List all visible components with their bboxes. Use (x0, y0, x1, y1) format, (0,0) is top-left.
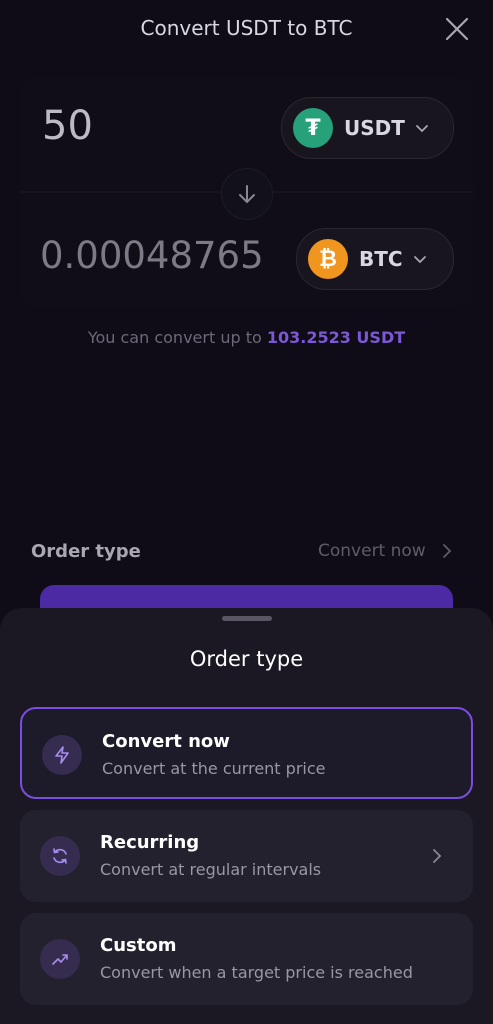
option-recurring[interactable]: Recurring Convert at regular intervals (20, 810, 473, 902)
chevron-down-icon (415, 125, 428, 133)
option-convert-now[interactable]: Convert now Convert at the current price (20, 707, 473, 799)
arrow-down-icon (239, 185, 255, 204)
option-title: Custom (100, 935, 177, 956)
option-subtitle: Convert at the current price (102, 759, 326, 778)
close-icon[interactable] (444, 16, 470, 42)
lightning-icon (42, 735, 82, 775)
to-amount: 0.00048765 (40, 234, 264, 277)
to-token-label: BTC (359, 247, 403, 271)
convert-limit: You can convert up to 103.2523 USDT (0, 328, 493, 347)
to-token-selector[interactable]: ₿ BTC (296, 228, 454, 290)
sheet-handle[interactable] (222, 616, 272, 621)
page-title: Convert USDT to BTC (140, 16, 353, 40)
chevron-right-icon[interactable] (440, 543, 454, 559)
chevron-right-icon (433, 849, 442, 863)
trend-up-icon (40, 939, 80, 979)
order-type-label: Order type (31, 541, 141, 562)
option-subtitle: Convert at regular intervals (100, 860, 322, 879)
from-amount-input[interactable]: 50 (42, 103, 93, 149)
limit-value[interactable]: 103.2523 USDT (267, 328, 405, 347)
from-token-selector[interactable]: ₮ USDT (281, 97, 454, 159)
refresh-icon (40, 836, 80, 876)
option-custom[interactable]: Custom Convert when a target price is re… (20, 913, 473, 1005)
swap-button[interactable] (221, 168, 273, 220)
limit-prefix: You can convert up to (87, 328, 267, 347)
option-title: Recurring (100, 832, 200, 853)
option-subtitle: Convert when a target price is reached (100, 963, 413, 982)
from-token-label: USDT (344, 116, 405, 140)
sheet-title: Order type (189, 647, 304, 671)
chevron-down-icon (413, 256, 426, 264)
usdt-icon: ₮ (293, 108, 333, 148)
order-type-value[interactable]: Convert now (318, 541, 426, 561)
option-title: Convert now (102, 731, 230, 752)
btc-icon: ₿ (308, 239, 348, 279)
